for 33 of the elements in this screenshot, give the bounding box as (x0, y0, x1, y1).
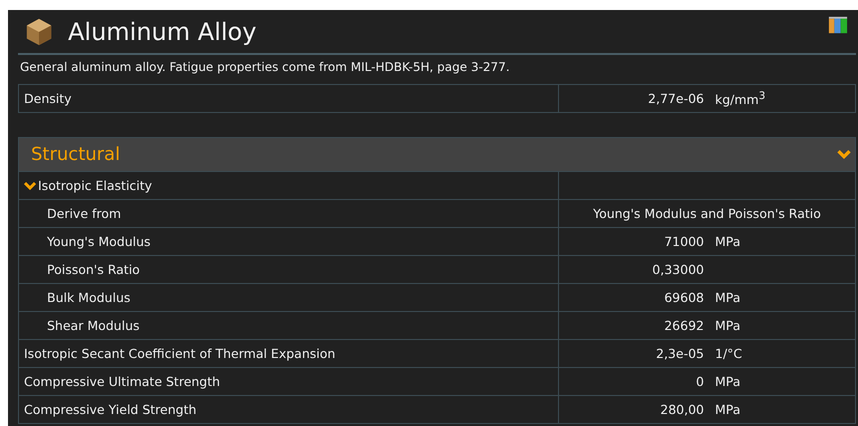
property-value[interactable]: 2,77e-06 kg/mm$^{3}$ (558, 85, 855, 112)
chevron-down-icon[interactable] (837, 149, 851, 160)
unit-label: MPa (715, 374, 740, 389)
property-name: Shear Modulus (47, 318, 140, 333)
property-name: Young's Modulus (47, 234, 151, 249)
unit-label: 1/°C (715, 346, 742, 361)
property-value[interactable]: 0,33000 (559, 262, 704, 277)
material-description: General aluminum alloy. Fatigue properties come from MIL-HDBK-5H, page 3-277. (19, 59, 511, 76)
unit-label: MPa (715, 234, 740, 249)
chevron-down-icon[interactable] (24, 180, 36, 190)
property-name: Compressive Yield Strength (24, 402, 196, 417)
property-value[interactable]: 2,3e-05 (559, 346, 704, 361)
property-value[interactable]: 26692 (559, 318, 704, 333)
property-value[interactable]: 71000 (559, 234, 704, 249)
property-name: Derive from (47, 206, 122, 221)
property-value[interactable]: 280,00 (559, 402, 704, 417)
property-value[interactable]: 69608 (559, 290, 704, 305)
unit-label: MPa (715, 290, 740, 305)
unit-label: MPa (715, 402, 740, 417)
property-name: Bulk Modulus (47, 290, 130, 305)
books-icon[interactable] (828, 15, 848, 35)
derive-option[interactable]: Young's Modulus and Poisson's Ratio (593, 206, 821, 221)
property-name: Density (23, 90, 73, 108)
property-name: Isotropic Secant Coefficient of Thermal Expansion (24, 346, 336, 361)
section-title: Structural (31, 144, 120, 165)
property-name: Compressive Ultimate Strength (24, 374, 220, 389)
property-name: Poisson's Ratio (47, 262, 140, 277)
unit-label: MPa (715, 318, 740, 333)
cube-icon (24, 16, 54, 46)
section-header[interactable]: Structural (18, 137, 856, 171)
property-value[interactable]: 0 (559, 374, 704, 389)
material-title: Aluminum Alloy (68, 18, 258, 46)
property-name: Isotropic Elasticity (38, 178, 152, 193)
